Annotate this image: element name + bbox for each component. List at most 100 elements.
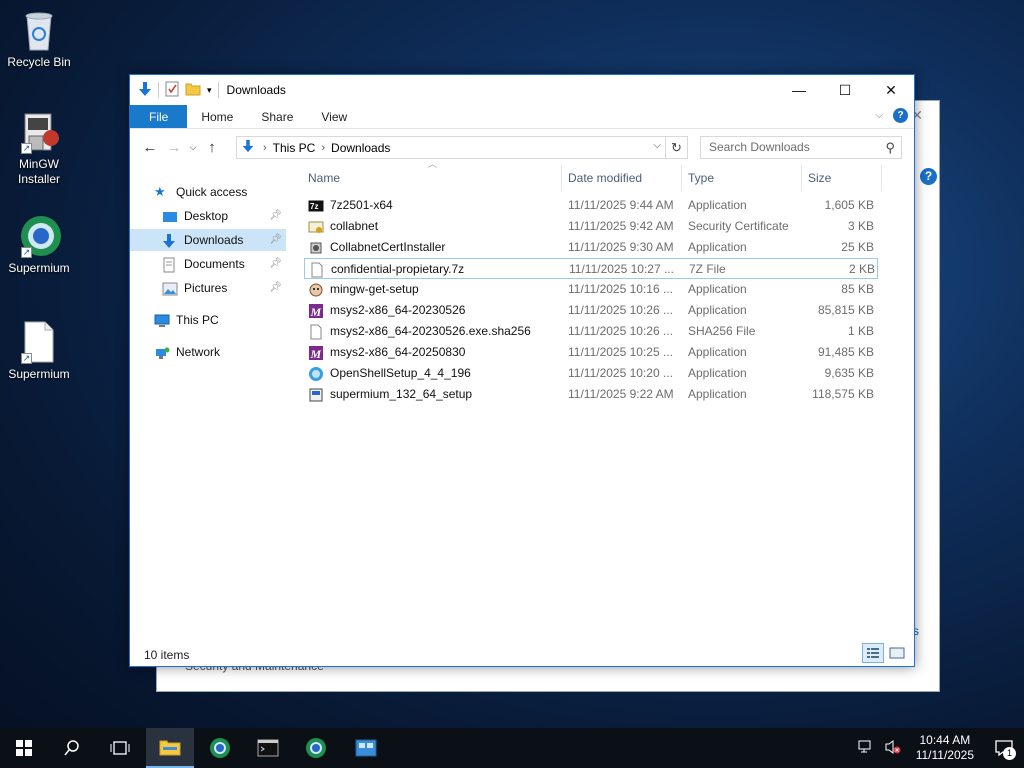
status-item-count: 10 items <box>144 648 190 662</box>
nav-item-downloads[interactable]: Downloads 📌︎ <box>130 229 286 251</box>
svg-text:M: M <box>310 347 322 361</box>
address-dropdown-icon[interactable]: ⌵ <box>653 140 661 151</box>
file-date: 11/11/2025 10:16 ... <box>568 282 673 296</box>
recent-locations-icon[interactable]: ⌵ <box>186 142 200 153</box>
tab-file[interactable]: File <box>130 105 188 128</box>
nav-item-desktop[interactable]: Desktop 📌︎ <box>130 205 286 227</box>
file-row[interactable]: CollabnetCertInstaller 11/11/2025 9:30 AM… <box>304 237 878 258</box>
file-name-cell: supermium_132_64_setup <box>308 384 558 405</box>
file-row[interactable]: supermium_132_64_setup 11/11/2025 9:22 AM… <box>304 384 878 405</box>
file-row[interactable]: Mmsys2-x86_64-20230526 11/11/2025 10:26 .… <box>304 300 878 321</box>
file-name: 7z2501-x64 <box>330 198 393 212</box>
column-header-name[interactable]: Name <box>304 165 562 191</box>
new-folder-icon[interactable] <box>185 82 201 99</box>
explorer-window[interactable]: ▾ Downloads — ☐ ✕ File Home Share View ⌵… <box>129 74 915 667</box>
properties-icon[interactable] <box>165 81 179 100</box>
column-header-type[interactable]: Type <box>684 165 802 191</box>
maximize-button[interactable]: ☐ <box>822 75 868 105</box>
forward-button[interactable]: → <box>162 139 186 156</box>
file-row[interactable]: mingw-get-setup 11/11/2025 10:16 ... Appli… <box>304 279 878 300</box>
file-row[interactable]: confidential-propietary.7z 11/11/2025 10:… <box>304 258 878 279</box>
quick-access-toolbar: ▾ <box>130 81 219 100</box>
refresh-button[interactable]: ↻ <box>665 137 687 158</box>
search-button[interactable] <box>48 728 96 768</box>
nav-quick-access[interactable]: ★ Quick access <box>154 181 284 203</box>
nav-network[interactable]: Network <box>154 341 284 363</box>
expand-ribbon-icon[interactable]: ⌵ <box>875 110 883 121</box>
file-row[interactable]: OpenShellSetup_4_4_196 11/11/2025 10:20 .… <box>304 363 878 384</box>
file-name-cell: mingw-get-setup <box>308 279 558 300</box>
pin-icon[interactable]: 📌︎ <box>269 277 282 299</box>
breadcrumb-this-pc[interactable]: This PC <box>273 141 316 155</box>
file-date: 11/11/2025 10:26 ... <box>568 303 673 317</box>
file-row[interactable]: 7z 7z2501-x64 11/11/2025 9:44 AM Applicatio… <box>304 195 878 216</box>
pin-icon[interactable]: 📌︎ <box>269 205 282 227</box>
taskbar-supermium[interactable] <box>196 728 244 768</box>
file-row[interactable]: Mmsys2-x86_64-20250830 11/11/2025 10:25 .… <box>304 342 878 363</box>
pictures-icon <box>162 281 178 296</box>
file-size: 25 KB <box>841 240 874 254</box>
back-button[interactable]: ← <box>138 139 162 156</box>
breadcrumb-downloads[interactable]: Downloads <box>331 141 390 155</box>
desktop-icon-label: Recycle Bin <box>7 55 71 69</box>
svg-text:7z: 7z <box>310 202 318 211</box>
nav-this-pc[interactable]: This PC <box>154 309 284 331</box>
taskbar-control-panel[interactable] <box>342 728 390 768</box>
file-row[interactable]: collabnet 11/11/2025 9:42 AM Security Cert… <box>304 216 878 237</box>
file-date: 11/11/2025 9:30 AM <box>568 240 674 254</box>
address-bar[interactable]: › This PC › Downloads ⌵ ↻ <box>236 136 688 159</box>
tab-share[interactable]: Share <box>247 105 307 128</box>
desktop-icon-mingw-installer[interactable]: ↗ MinGW Installer <box>4 110 74 187</box>
file-name-cell: collabnet <box>308 216 558 237</box>
desktop-icon-label: Supermium <box>8 261 70 275</box>
help-icon[interactable]: ? <box>893 108 908 123</box>
file-type: Application <box>688 240 747 254</box>
file-date: 11/11/2025 10:27 ... <box>569 262 674 276</box>
file-type: Application <box>688 198 747 212</box>
desktop-icon-recycle-bin[interactable]: Recycle Bin <box>4 8 74 70</box>
breadcrumb-chevron-icon[interactable]: › <box>321 142 325 154</box>
mingw-installer-icon: ↗ <box>19 110 59 154</box>
minimize-button[interactable]: — <box>776 75 822 105</box>
search-input[interactable]: Search Downloads ⚲ <box>700 136 902 159</box>
tab-view[interactable]: View <box>307 105 361 128</box>
desktop-icon-supermium-file[interactable]: ↗ Supermium <box>4 320 74 382</box>
taskbar-supermium-2[interactable] <box>292 728 340 768</box>
file-name: OpenShellSetup_4_4_196 <box>330 366 471 380</box>
taskbar-terminal[interactable] <box>244 728 292 768</box>
down-arrow-icon[interactable] <box>138 81 152 100</box>
clock[interactable]: 10:44 AM 11/11/2025 <box>906 733 984 763</box>
pin-icon[interactable]: 📌︎ <box>269 229 282 251</box>
document-icon: ↗ <box>19 320 59 364</box>
file-row[interactable]: msys2-x86_64-20230526.exe.sha256 11/11/20… <box>304 321 878 342</box>
large-icons-view-button[interactable] <box>886 643 908 663</box>
nav-item-documents[interactable]: Documents 📌︎ <box>130 253 286 275</box>
breadcrumb-chevron-icon[interactable]: › <box>263 142 267 154</box>
ribbon-tabs: File Home Share View ⌵ ? <box>130 105 914 129</box>
desktop-icon <box>162 209 178 223</box>
desktop-icon-supermium[interactable]: ↗ Supermium <box>4 214 74 276</box>
task-view-button[interactable] <box>96 728 144 768</box>
help-icon[interactable]: ? <box>920 168 937 185</box>
tab-home[interactable]: Home <box>187 105 247 128</box>
blank-file-icon <box>308 324 324 340</box>
title-bar[interactable]: ▾ Downloads — ☐ ✕ <box>130 75 914 105</box>
downloads-icon <box>162 233 178 248</box>
notifications-button[interactable]: 1 <box>984 728 1024 768</box>
file-date: 11/11/2025 10:20 ... <box>568 366 673 380</box>
file-name-cell: Mmsys2-x86_64-20230526 <box>308 300 558 321</box>
network-tray-icon[interactable] <box>858 739 876 758</box>
volume-muted-icon[interactable] <box>884 739 902 758</box>
close-button[interactable]: ✕ <box>868 75 914 105</box>
file-type: Application <box>688 303 747 317</box>
nav-item-pictures[interactable]: Pictures 📌︎ <box>130 277 286 299</box>
details-view-button[interactable] <box>862 643 884 663</box>
start-button[interactable] <box>0 728 48 768</box>
file-name-cell: CollabnetCertInstaller <box>308 237 558 258</box>
pin-icon[interactable]: 📌︎ <box>269 253 282 275</box>
customize-toolbar-icon[interactable]: ▾ <box>207 85 212 96</box>
column-header-date[interactable]: Date modified <box>564 165 682 191</box>
up-button[interactable]: ↑ <box>200 139 224 156</box>
taskbar-file-explorer[interactable] <box>146 728 194 768</box>
column-header-size[interactable]: Size <box>804 165 882 191</box>
